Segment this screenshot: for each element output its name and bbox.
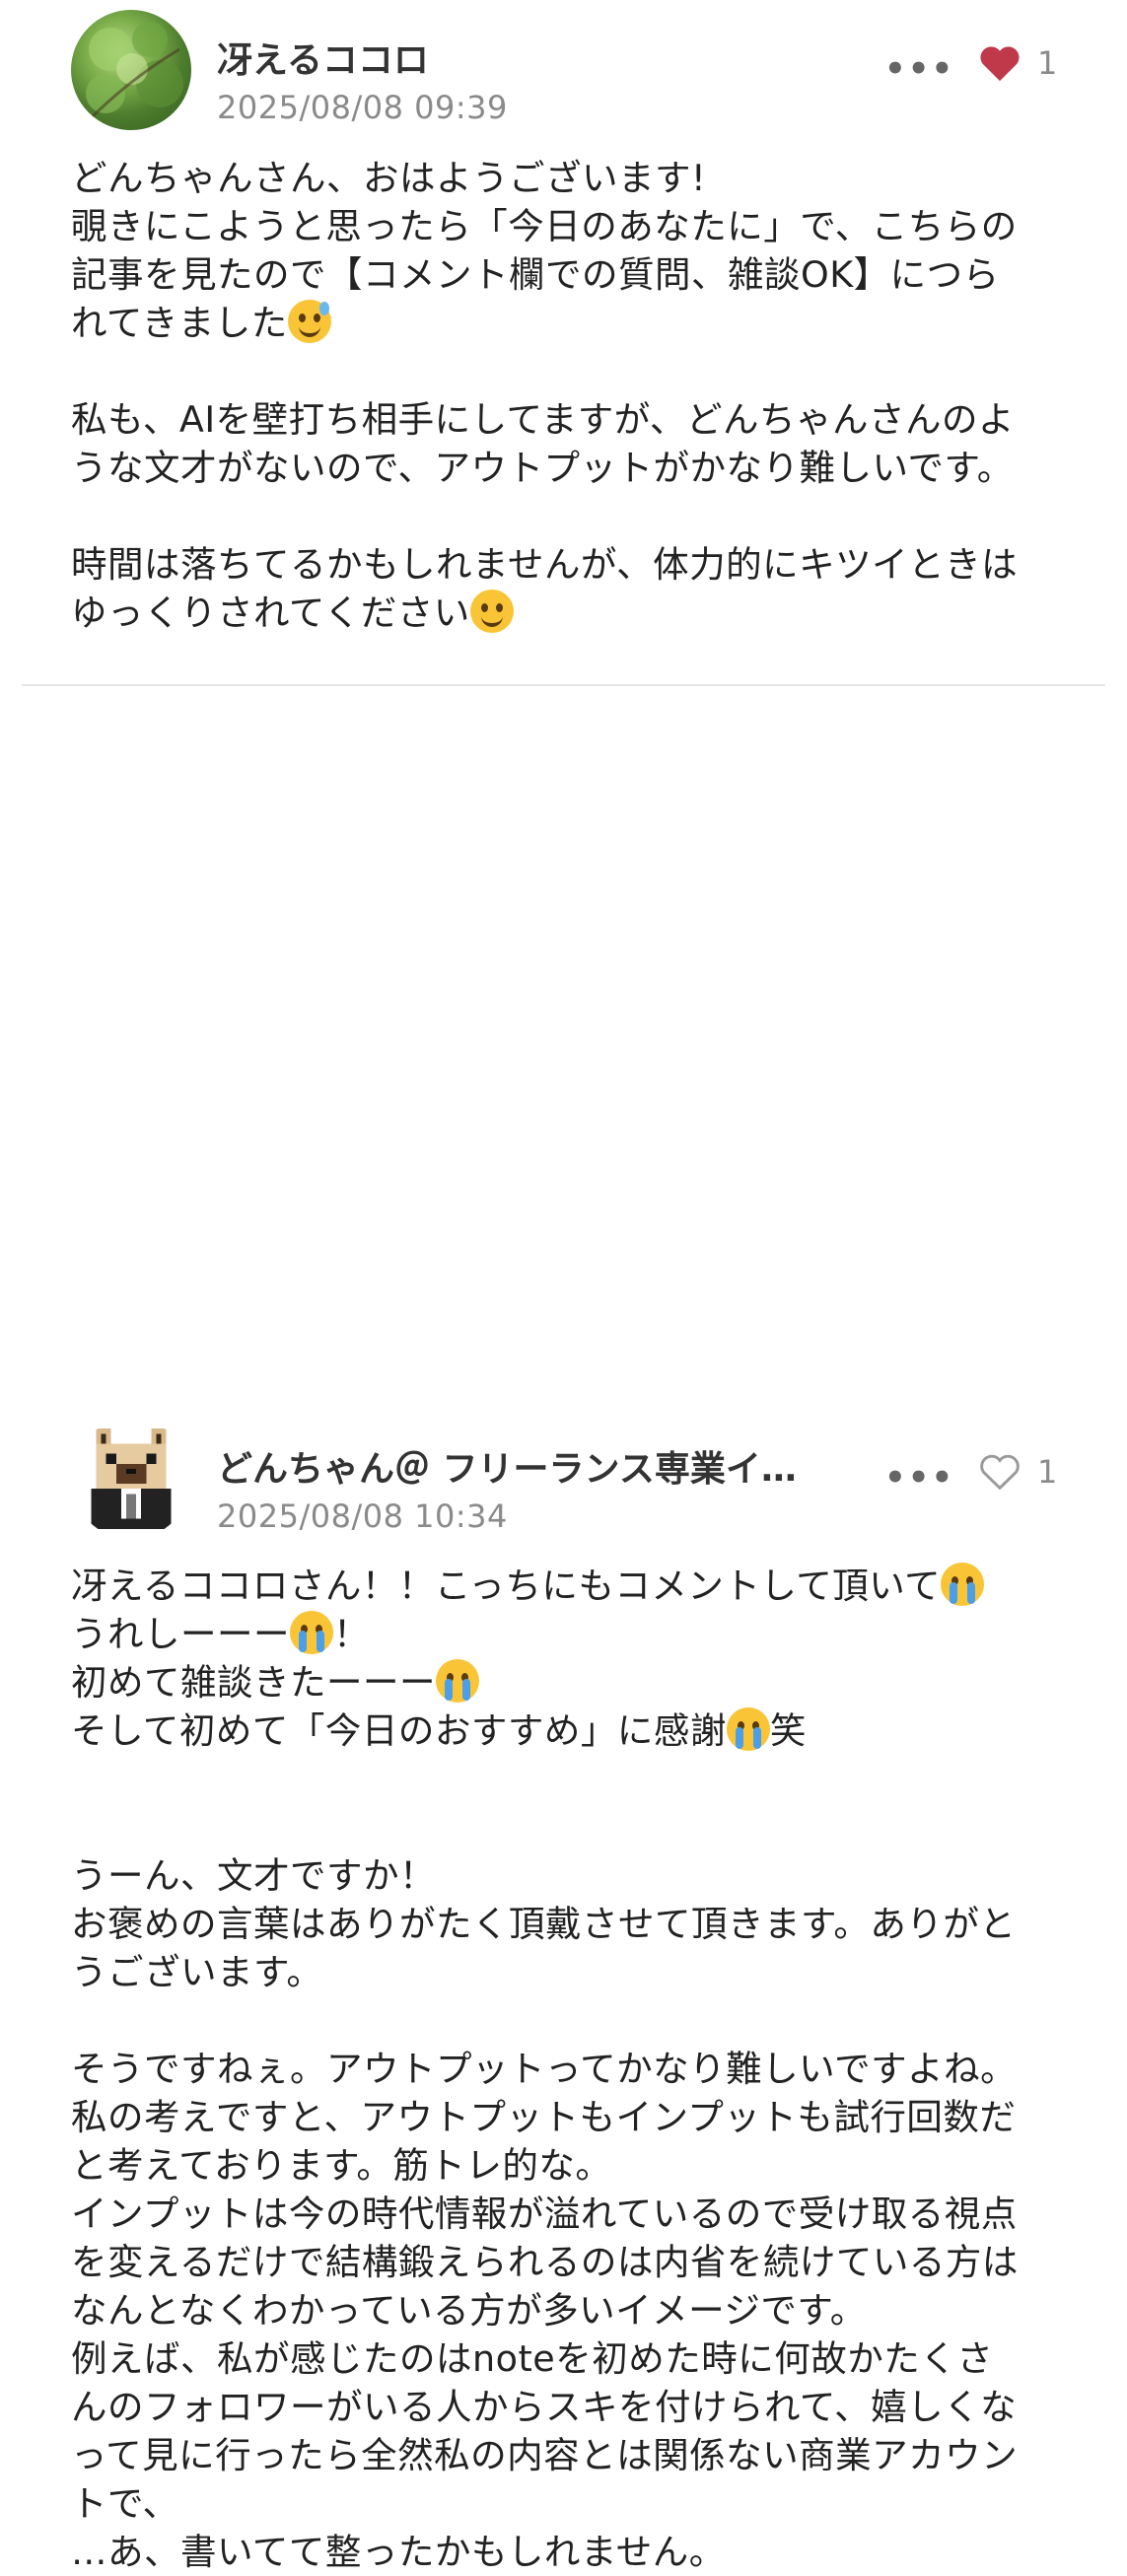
text-line: って見に行ったら全然私の内容とは関係ない商業アカウン — [71, 2434, 1019, 2476]
comment-body: どんちゃんさん、おはようございます! 覗きにこようと思ったら「今日のあなたに」で、… — [71, 154, 1073, 637]
text-line: と考えております。筋トレ的な。 — [71, 2144, 612, 2187]
text-line: 記事を見たので【コメント欄での質問、雑談OK】につら — [71, 253, 1000, 296]
crying-emoji-icon — [436, 1659, 479, 1703]
text-line: 時間は落ちてるかもしれませんが、体力的にキツイときは — [71, 543, 1019, 586]
heart-filled-icon — [980, 46, 1020, 82]
text-line: を変えるだけで結構鍛えられるのは内省を続けている方は — [71, 2241, 1019, 2283]
paragraph: 私も、AIを壁打ち相手にしてますが、どんちゃんさんのよ うな文才がないので、アウト… — [71, 395, 1073, 492]
more-options-icon[interactable]: ••• — [884, 49, 954, 89]
paragraph: そして初めて「今日のおすすめ」に感謝笑 — [71, 1706, 1073, 1755]
like-count: 1 — [1037, 1453, 1058, 1491]
comment-header: どんちゃん＠ フリーランス専業イ… 2025/08/08 10:34 ••• 1 — [71, 1417, 1088, 1555]
text-line: トで、 — [71, 2482, 179, 2525]
sweat-smile-emoji-icon — [287, 300, 331, 343]
comment-header: 冴えるココロ 2025/08/08 09:39 ••• 1 — [71, 8, 1088, 146]
paragraph: うーん、文才ですか！ お褒めの言葉はありがたく頂戴させて頂きます。ありがと うござい… — [71, 1851, 1073, 1996]
text-line: うれしーーー — [71, 1613, 290, 1655]
text-line: 例えば、私が感じたのはnoteを初めた時に何故かたくさ — [71, 2337, 994, 2380]
comment-date: 2025/08/08 09:39 — [217, 89, 508, 126]
like-button[interactable]: 1 — [978, 43, 1057, 83]
text-line: 私も、AIを壁打ち相手にしてますが、どんちゃんさんのよ — [71, 398, 1015, 441]
paragraph: 初めて雑談きたーーー — [71, 1658, 1073, 1706]
text-line: 覗きにこようと思ったら「今日のあなたに」で、こちらの — [71, 205, 1018, 247]
crying-emoji-icon — [290, 1611, 333, 1654]
author-name[interactable]: どんちゃん＠ フリーランス専業イ… — [217, 1440, 797, 1492]
comment-body: 冴えるココロさん！！こっちにもコメントして頂いて うれしーーー ！ 初めて雑談きたー… — [71, 1562, 1073, 2576]
pixel-dog-avatar[interactable] — [71, 1419, 191, 1539]
text-line: ゆっくりされてください — [71, 592, 470, 634]
paragraph: どんちゃんさん、おはようございます! 覗きにこようと思ったら「今日のあなたに」で、… — [71, 154, 1073, 347]
text-line: れてきました — [71, 302, 288, 344]
crying-emoji-icon — [941, 1563, 985, 1606]
paragraph: 時間は落ちてるかもしれませんが、体力的にキツイときは ゆっくりされてください — [71, 540, 1073, 637]
text-line: どんちゃんさん、おはようございます! — [71, 157, 707, 199]
text-line: 笑 — [769, 1709, 807, 1752]
text-line: うな文才がないので、アウトプットがかなり難しいです。 — [71, 447, 1014, 489]
text-line: うーん、文才ですか！ — [71, 1854, 436, 1897]
smile-emoji-icon — [469, 590, 514, 633]
text-line: 冴えるココロさん！！こっちにもコメントして頂いて — [71, 1565, 942, 1607]
text-line: インプットは今の時代情報が溢れているので受け取る視点 — [71, 2193, 1018, 2235]
text-line: ！ — [333, 1613, 370, 1655]
paragraph: そうですねぇ。アウトプットってかなり難しいですよね。 私の考えですと、アウトプット… — [71, 2045, 1073, 2576]
author-name[interactable]: 冴えるココロ — [217, 32, 429, 83]
paragraph: 冴えるココロさん！！こっちにもコメントして頂いて うれしーーー ！ — [71, 1562, 1073, 1658]
more-options-icon[interactable]: ••• — [884, 1458, 954, 1497]
text-line: なんとなくわかっている方が多いイメージです。 — [71, 2289, 867, 2332]
text-line: 私の考えですと、アウトプットもインプットも試行回数だ — [71, 2096, 1017, 2138]
text-line: 初めて雑談きたーーー — [71, 1661, 436, 1704]
comment-1: 冴えるココロ 2025/08/08 09:39 ••• 1 どんちゃんさん、おは… — [0, 0, 1127, 686]
like-count: 1 — [1037, 44, 1058, 82]
crying-emoji-icon — [726, 1707, 770, 1751]
tree-photo-avatar[interactable] — [71, 10, 191, 130]
text-line: そして初めて「今日のおすすめ」に感謝 — [71, 1709, 727, 1752]
like-button[interactable]: 1 — [978, 1452, 1057, 1492]
text-line: …あ、書いてて整ったかもしれません。 — [71, 2531, 726, 2573]
comment-2: どんちゃん＠ フリーランス専業イ… 2025/08/08 10:34 ••• 1… — [0, 684, 1127, 2573]
text-line: そうですねぇ。アウトプットってかなり難しいですよね。 — [71, 2048, 1018, 2090]
text-line: お褒めの言葉はありがたく頂戴させて頂きます。ありがと — [71, 1903, 1017, 1945]
comment-date: 2025/08/08 10:34 — [217, 1497, 508, 1535]
text-line: うございます。 — [71, 1951, 323, 1993]
text-line: んのフォロワーがいる人からスキを付けられて、嬉しくな — [71, 2386, 1018, 2428]
heart-outline-icon — [980, 1454, 1020, 1491]
